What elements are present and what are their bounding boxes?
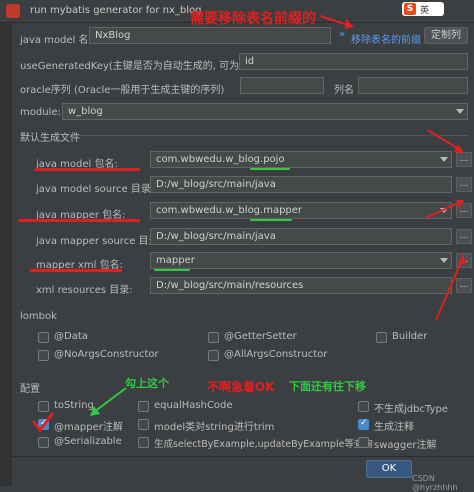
config-equalhashcode-checkbox[interactable] [138,401,149,412]
lombok-section-title: lombok [20,311,57,322]
config-serializable-checkbox[interactable] [38,437,49,448]
config-selectbyexample-label: 生成selectByExample,updateByExample等查询 [154,439,373,450]
mapper-xml-package-value: mapper [156,255,195,266]
annotation-arrows-browse [425,129,466,321]
lombok-data-label: @Data [54,331,88,342]
java-mapper-package-select[interactable]: com.wbwedu.w_blog.mapper [150,202,452,219]
custom-columns-button[interactable]: 定制列 [424,27,468,44]
config-equalhashcode-label: equalHashCode [154,400,233,411]
config-selectbyexample-checkbox[interactable] [138,437,149,448]
config-tostring-label: toString [54,400,94,411]
annotation-dont-rush-ok: 不啊急着OK [207,380,275,394]
config-serializable-label: @Serializable [54,436,122,447]
remove-prefix-link[interactable]: 移除表名的前缀 [351,31,421,46]
lombok-builder-label: Builder [392,331,428,342]
ok-button[interactable]: OK [366,460,412,478]
ime-indicator[interactable]: S 英 [402,2,444,16]
config-comment-label: 生成注释 [374,422,414,433]
java-model-name-label: java model 名: [20,35,92,46]
config-comment-checkbox[interactable] [358,418,369,430]
config-swagger-checkbox[interactable] [358,437,369,448]
java-model-name-input[interactable]: NxBlog [89,27,331,44]
module-value: w_blog [68,106,103,117]
java-mapper-package-value: com.wbwedu.w_blog.mapper [156,205,303,216]
section-divider [78,135,468,136]
module-label: module: [20,107,61,118]
java-model-source-input[interactable]: D:/w_blog/src/main/java [150,176,452,193]
config-swagger-label: swagger注解 [374,440,437,451]
config-section-title: 配置 [20,384,40,395]
lombok-data-checkbox[interactable] [38,332,49,343]
default-files-section-title: 默认生成文件 [20,133,80,144]
config-mapper-annotation-label: @mapper注解 [54,422,123,433]
use-generated-key-input[interactable]: id [239,53,468,70]
lombok-noargs-label: @NoArgsConstructor [54,349,159,360]
annotation-underline-mapper-pkg [250,219,292,221]
oracle-sequence-input[interactable] [240,77,324,94]
annotation-underline-model [34,168,140,171]
remove-prefix-icon: » [339,29,346,40]
sogou-icon: S [404,3,416,15]
module-select[interactable]: w_blog [62,103,468,120]
annotation-underline-mapper [18,219,140,222]
ime-lang-label: 英 [420,6,430,16]
annotation-underline-xml [30,269,122,272]
java-model-source-label: java model source 目录: [36,184,155,195]
lombok-gettersetter-checkbox[interactable] [208,332,219,343]
config-no-jdbctype-label: 不生成jdbcType [374,404,448,415]
xml-resources-input[interactable]: D:/w_blog/src/main/resources [150,277,452,294]
ide-side-strip [0,22,12,486]
chevron-down-icon [456,109,464,114]
oracle-sequence-label: oracle序列 (Oracle一般用于生成主键的序列) [20,85,225,96]
annotation-remove-prefix: 需要移除表名前缀的 [190,11,316,27]
annotation-underline-pojo [250,168,290,170]
config-trim-label: model类对string进行trim [154,422,275,433]
config-trim-checkbox[interactable] [138,419,149,430]
annotation-red-checkmark [31,412,55,433]
column-name-input[interactable] [358,77,468,94]
annotation-scroll-down: 下面还有往下移 [289,380,366,393]
xml-resources-label: xml resources 目录: [36,285,133,296]
config-no-jdbctype-checkbox[interactable] [358,401,369,412]
column-name-label: 列名 [334,85,354,96]
lombok-allargs-checkbox[interactable] [208,350,219,361]
mapper-xml-package-select[interactable]: mapper [150,252,452,269]
java-model-package-value: com.wbwedu.w_blog.pojo [156,154,285,165]
watermark: CSDN @hyrzhhhh [412,474,458,492]
app-icon [6,4,20,18]
window-title: run mybatis generator for nx_blog [30,5,202,16]
lombok-builder-checkbox[interactable] [376,332,387,343]
lombok-allargs-label: @AllArgsConstructor [224,349,328,360]
java-mapper-source-label: java mapper source 目录: [36,236,162,247]
lombok-noargs-checkbox[interactable] [38,350,49,361]
lombok-gettersetter-label: @GetterSetter [224,331,297,342]
use-generated-key-label: useGeneratedKey(主键是否为自动生成的, 可为空): [20,61,257,72]
footer-divider [12,456,474,457]
java-mapper-source-input[interactable]: D:/w_blog/src/main/java [150,228,452,245]
java-model-package-select[interactable]: com.wbwedu.w_blog.pojo [150,151,452,168]
annotation-underline-xml-pkg [154,269,190,271]
